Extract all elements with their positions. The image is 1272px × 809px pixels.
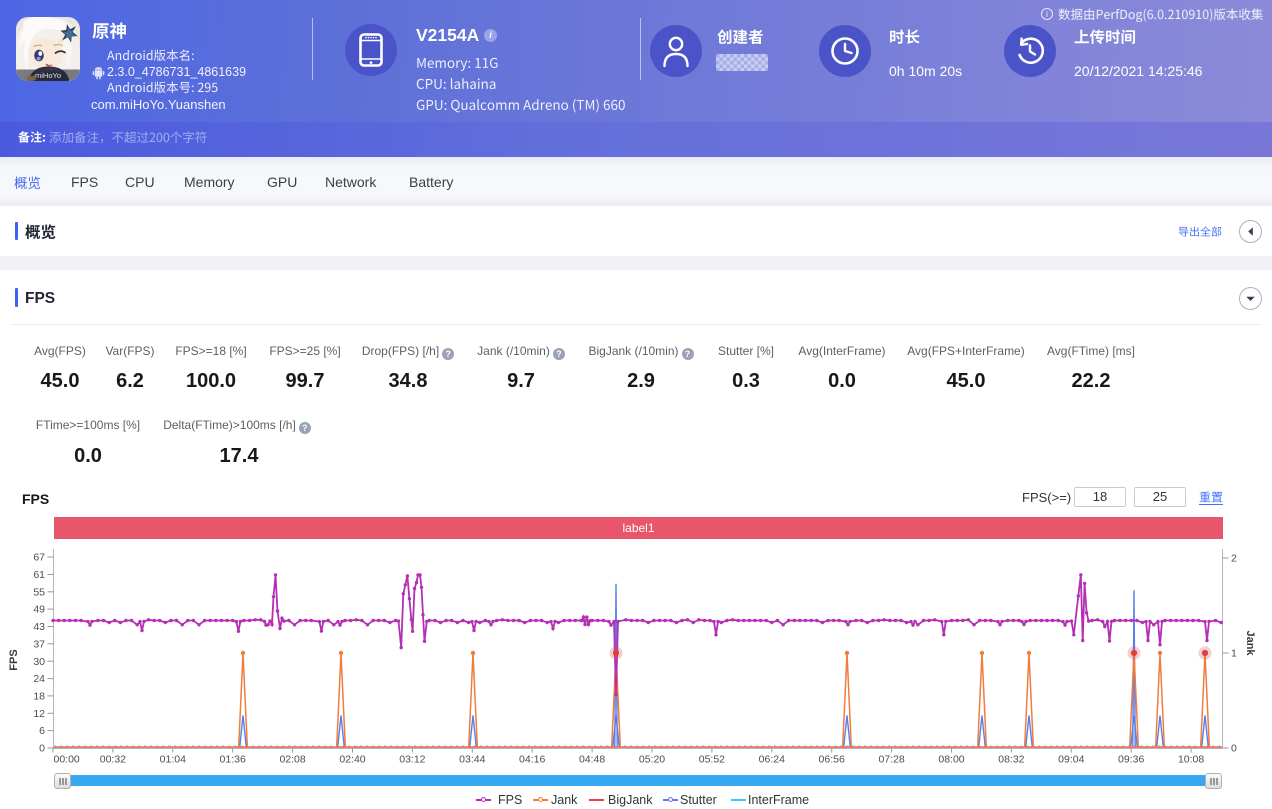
svg-text:03:44: 03:44 [459, 754, 485, 766]
svg-text:02:40: 02:40 [339, 754, 365, 766]
svg-text:49: 49 [33, 604, 45, 616]
svg-text:04:16: 04:16 [519, 754, 545, 766]
svg-text:06:24: 06:24 [759, 754, 785, 766]
svg-text:6: 6 [39, 725, 45, 737]
svg-text:01:36: 01:36 [220, 754, 246, 766]
svg-text:00:32: 00:32 [100, 754, 126, 766]
svg-text:miHoYo: miHoYo [35, 71, 61, 80]
svg-text:06:56: 06:56 [819, 754, 845, 766]
svg-text:01:04: 01:04 [160, 754, 186, 766]
svg-text:43: 43 [33, 621, 45, 633]
svg-text:30: 30 [33, 656, 45, 668]
svg-text:24: 24 [33, 673, 45, 685]
svg-text:61: 61 [33, 569, 45, 581]
svg-text:0: 0 [1231, 743, 1237, 755]
svg-text:09:04: 09:04 [1058, 754, 1084, 766]
svg-text:07:28: 07:28 [878, 754, 904, 766]
svg-text:04:48: 04:48 [579, 754, 605, 766]
svg-text:03:12: 03:12 [399, 754, 425, 766]
svg-text:12: 12 [33, 708, 45, 720]
svg-text:08:00: 08:00 [938, 754, 964, 766]
svg-text:18: 18 [33, 691, 45, 703]
svg-text:05:52: 05:52 [699, 754, 725, 766]
svg-text:FPS: FPS [8, 649, 20, 670]
svg-text:09:36: 09:36 [1118, 754, 1144, 766]
svg-text:55: 55 [33, 586, 45, 598]
svg-text:0: 0 [39, 743, 45, 755]
svg-text:05:20: 05:20 [639, 754, 665, 766]
svg-text:00:00: 00:00 [54, 754, 80, 766]
svg-text:02:08: 02:08 [279, 754, 305, 766]
svg-text:1: 1 [1231, 648, 1237, 660]
svg-text:08:32: 08:32 [998, 754, 1024, 766]
svg-text:67: 67 [33, 552, 45, 564]
svg-text:Jank: Jank [1244, 630, 1256, 656]
svg-text:37: 37 [33, 638, 45, 650]
svg-text:2: 2 [1231, 553, 1237, 565]
svg-text:10:08: 10:08 [1178, 754, 1204, 766]
